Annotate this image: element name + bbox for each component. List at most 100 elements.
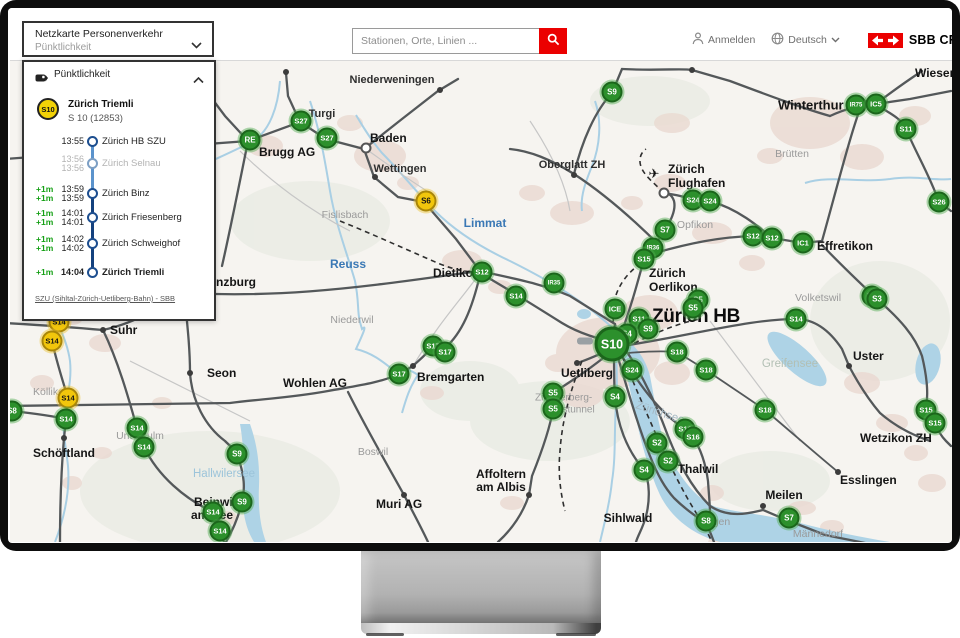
stop-time: 13:59 bbox=[60, 193, 84, 203]
train-badge[interactable]: S27 bbox=[291, 111, 312, 132]
map-label: Sihlwald bbox=[604, 511, 653, 525]
train-badge[interactable]: S18 bbox=[667, 342, 688, 363]
map-label: Affoltern bbox=[476, 467, 526, 481]
stop-time: 14:02 bbox=[60, 243, 84, 253]
station-dot bbox=[437, 87, 443, 93]
punctuality-panel: Pünktlichkeit S10 Zürich Triemli S 10 (1… bbox=[22, 60, 216, 321]
train-badge[interactable]: IC1 bbox=[793, 233, 814, 254]
train-badge[interactable]: S14 bbox=[127, 418, 148, 439]
sbb-logo[interactable]: SBB CFF FFS bbox=[868, 33, 952, 48]
sbb-flag-icon bbox=[868, 33, 903, 48]
train-badge[interactable]: ICE bbox=[605, 299, 626, 320]
search-input[interactable] bbox=[352, 28, 540, 54]
search-icon bbox=[547, 33, 560, 49]
train-badge[interactable]: IR35 bbox=[544, 273, 565, 294]
train-badge[interactable]: S15 bbox=[634, 249, 655, 270]
monitor-bezel: Anmelden Deutsch SBB CFF FFS bbox=[0, 0, 960, 551]
train-badge[interactable]: S14 bbox=[42, 331, 63, 352]
map-label: Männedorf bbox=[793, 528, 843, 540]
stop-name: Zürich Schweighof bbox=[102, 238, 180, 249]
train-badge[interactable]: S24 bbox=[622, 360, 643, 381]
map-label: Seon bbox=[207, 366, 236, 380]
map-label: Fislisbach bbox=[322, 209, 369, 221]
train-badge[interactable]: IC5 bbox=[866, 94, 887, 115]
train-badge[interactable]: S17 bbox=[435, 342, 456, 363]
train-badge[interactable]: IR75 bbox=[846, 95, 867, 116]
sbb-logo-text: SBB CFF FFS bbox=[909, 33, 952, 47]
map-label: Turgi bbox=[309, 108, 336, 120]
map-label: Limmat bbox=[464, 216, 507, 230]
map-label: Suhr bbox=[110, 323, 137, 337]
login-button[interactable]: Anmelden bbox=[692, 32, 755, 48]
map-label: Effretikon bbox=[817, 239, 873, 253]
train-badge[interactable]: S24 bbox=[700, 191, 721, 212]
map-label: Thalwil bbox=[678, 462, 719, 476]
train-badge[interactable]: S7 bbox=[779, 508, 800, 529]
stop-list: 13:55Zürich HB SZU13:5613:56Zürich Selna… bbox=[24, 62, 214, 319]
train-badge[interactable]: S12 bbox=[762, 228, 783, 249]
delay-value: +1m bbox=[36, 217, 53, 227]
language-selector[interactable]: Deutsch bbox=[771, 32, 840, 48]
map-layer-dropdown[interactable]: Netzkarte Personenverkehr Pünktlichkeit bbox=[22, 21, 214, 57]
train-badge[interactable]: S14 bbox=[58, 388, 79, 409]
stop-time: 14:04 bbox=[60, 267, 84, 277]
train-badge[interactable]: S16 bbox=[683, 427, 704, 448]
station-dot bbox=[846, 363, 852, 369]
train-badge[interactable]: S14 bbox=[210, 521, 231, 542]
train-badge[interactable]: S17 bbox=[389, 364, 410, 385]
train-badge[interactable]: S8 bbox=[696, 511, 717, 532]
train-badge[interactable]: S12 bbox=[743, 226, 764, 247]
train-badge[interactable]: S14 bbox=[203, 502, 224, 523]
train-badge[interactable]: S27 bbox=[317, 128, 338, 149]
delay-value: +1m bbox=[36, 267, 53, 277]
train-badge[interactable]: S4 bbox=[605, 387, 626, 408]
train-badge[interactable]: S14 bbox=[56, 409, 77, 430]
train-badge[interactable]: S4 bbox=[634, 460, 655, 481]
train-badge[interactable]: S18 bbox=[696, 360, 717, 381]
map-label: Greifensee bbox=[762, 358, 818, 370]
train-badge[interactable]: S18 bbox=[755, 400, 776, 421]
train-badge[interactable]: S6 bbox=[416, 191, 437, 212]
main-station-marker bbox=[577, 338, 593, 345]
train-badge[interactable]: S7 bbox=[655, 220, 676, 241]
map-label: Opfikon bbox=[677, 219, 713, 231]
operator-link[interactable]: SZU (Sihltal-Zürich-Uetliberg-Bahn) - SB… bbox=[35, 294, 175, 303]
map-label: Oberglatt ZH bbox=[539, 159, 606, 171]
train-badge[interactable]: S2 bbox=[658, 451, 679, 472]
train-badge[interactable]: S14 bbox=[506, 286, 527, 307]
map-label: Muri AG bbox=[376, 497, 422, 511]
train-badge[interactable]: S3 bbox=[867, 289, 888, 310]
chevron-down-icon bbox=[191, 36, 202, 54]
map-label: Winterthur bbox=[778, 98, 844, 113]
map-label: Wetzikon ZH bbox=[860, 431, 932, 445]
train-badge[interactable]: S12 bbox=[472, 262, 493, 283]
map-label: Hallwilersee bbox=[193, 468, 255, 480]
selected-train-badge[interactable]: S10 bbox=[595, 327, 630, 362]
language-label: Deutsch bbox=[788, 34, 827, 46]
train-badge[interactable]: S5 bbox=[543, 399, 564, 420]
train-badge[interactable]: S9 bbox=[232, 492, 253, 513]
train-badge[interactable]: RE bbox=[240, 130, 261, 151]
map-label: Flughafen bbox=[668, 176, 725, 190]
globe-icon bbox=[771, 32, 784, 48]
train-badge[interactable]: S14 bbox=[134, 437, 155, 458]
train-badge[interactable]: S26 bbox=[929, 192, 950, 213]
stop-name: Zürich HB SZU bbox=[102, 136, 166, 147]
train-badge[interactable]: S14 bbox=[786, 309, 807, 330]
monitor-stand bbox=[361, 551, 601, 623]
map-label: am Albis bbox=[476, 480, 526, 494]
map-label: Zürich bbox=[668, 162, 705, 176]
train-badge[interactable]: S15 bbox=[925, 413, 946, 434]
train-badge[interactable]: S9 bbox=[602, 82, 623, 103]
stop-marker bbox=[87, 188, 98, 199]
train-badge[interactable]: S11 bbox=[896, 119, 917, 140]
stop-marker bbox=[87, 238, 98, 249]
map-label: Wohlen AG bbox=[283, 376, 347, 390]
search-button[interactable] bbox=[539, 28, 567, 54]
train-badge[interactable]: S9 bbox=[638, 319, 659, 340]
train-badge[interactable]: S9 bbox=[227, 444, 248, 465]
map-label: Boswil bbox=[358, 446, 388, 458]
map-label: Esslingen bbox=[840, 473, 897, 487]
stop-name: Zürich Selnau bbox=[102, 158, 161, 169]
train-badge[interactable]: S5 bbox=[683, 298, 704, 319]
